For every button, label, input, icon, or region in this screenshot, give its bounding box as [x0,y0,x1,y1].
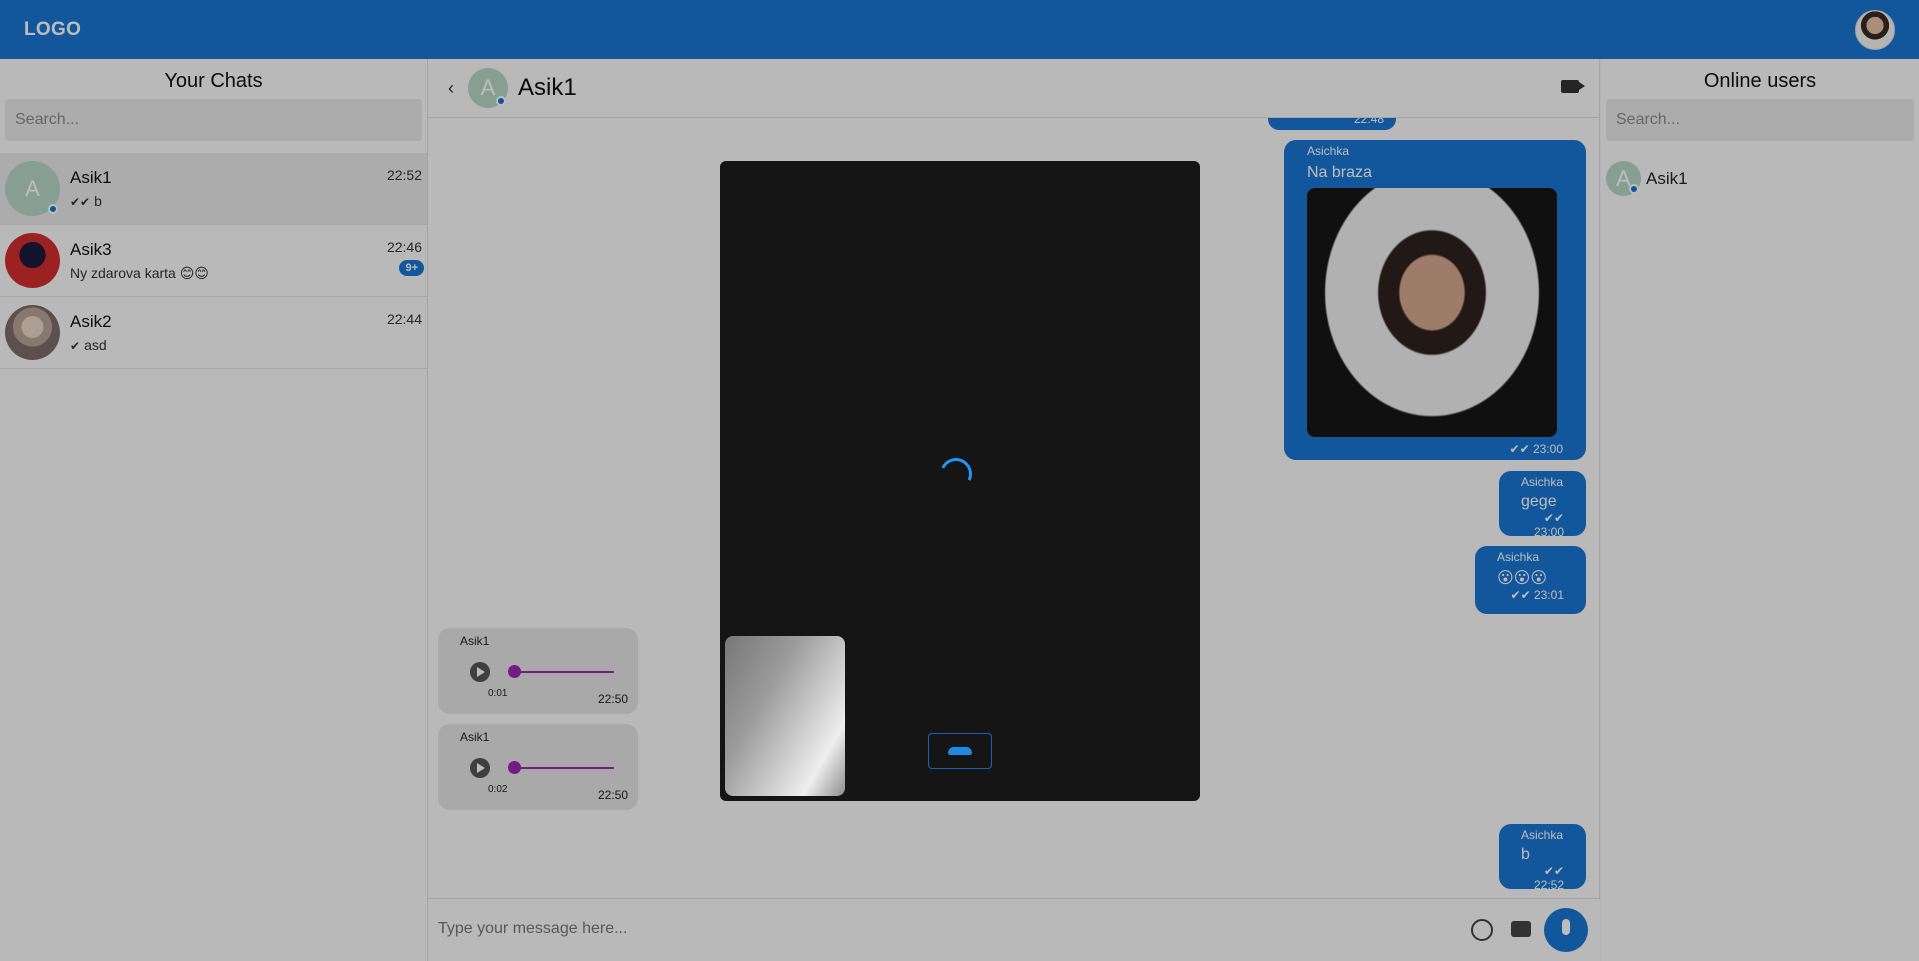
self-video-preview [725,636,845,796]
hang-up-button[interactable] [928,733,992,769]
phone-hangup-icon [948,747,972,755]
